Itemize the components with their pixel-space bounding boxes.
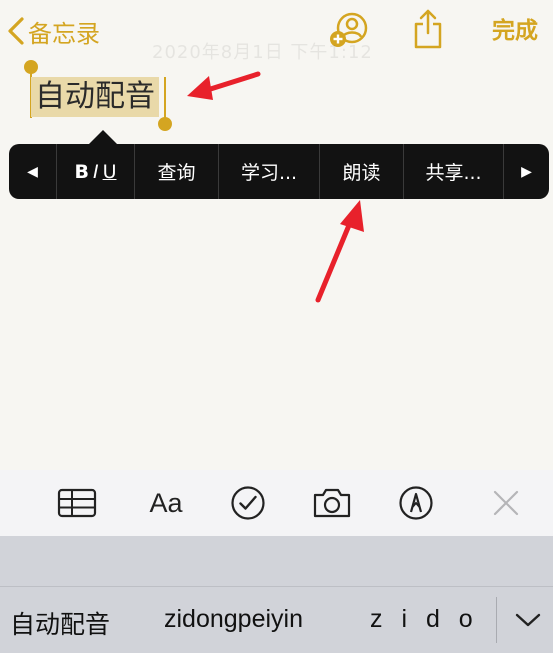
annotation-arrow-title — [187, 71, 261, 100]
expand-candidates-button[interactable] — [508, 603, 548, 637]
triangle-right-icon: ▶ — [521, 163, 532, 180]
menu-prev-button[interactable]: ◀ — [9, 144, 57, 199]
checklist-icon[interactable] — [228, 484, 268, 522]
keyboard-top-area — [0, 536, 553, 586]
candidate-item[interactable]: zidongpeiyin — [164, 605, 303, 634]
note-title[interactable]: 自动配音 — [31, 77, 159, 117]
menu-next-button[interactable]: ▶ — [504, 144, 549, 199]
text-style-button[interactable]: Aa — [144, 484, 188, 522]
underline-label: U — [102, 160, 117, 183]
back-label: 备忘录 — [28, 19, 100, 48]
menu-speak-button[interactable]: 朗读 — [320, 144, 404, 199]
chevron-down-icon — [515, 613, 541, 627]
ime-candidate-bar: 自动配音 zidongpeiyin z i d o — [0, 586, 553, 653]
menu-item-label: 共享... — [425, 162, 482, 184]
candidate-divider — [496, 597, 497, 643]
share-icon[interactable] — [412, 8, 444, 54]
chevron-left-icon — [8, 17, 24, 45]
selection-end-handle[interactable] — [158, 117, 172, 131]
edit-menu: ◀ B I U 查询 学习... 朗读 共享... ▶ — [9, 144, 549, 199]
menu-item-label: 查询 — [157, 162, 196, 184]
annotation-arrow-speak — [315, 200, 364, 303]
menu-learn-button[interactable]: 学习... — [219, 144, 320, 199]
italic-label: I — [92, 160, 99, 183]
note-date: 2020年8月1日 下午1:12 — [152, 42, 373, 63]
menu-share-button[interactable]: 共享... — [404, 144, 504, 199]
candidate-item[interactable]: 自动配音 — [10, 605, 110, 641]
close-icon[interactable] — [488, 484, 524, 522]
camera-icon[interactable] — [310, 484, 354, 522]
candidate-item[interactable]: z i d o — [370, 605, 494, 634]
menu-lookup-button[interactable]: 查询 — [135, 144, 219, 199]
bold-label: B — [74, 160, 89, 183]
notes-screen: 备忘录 完成 2020年8月1日 下午1:12 自动配音 ◀ B I U 查询 … — [0, 0, 553, 653]
format-biu-button[interactable]: B I U — [57, 144, 135, 199]
format-toolbar: Aa — [0, 470, 553, 536]
markup-pen-icon[interactable] — [396, 484, 436, 522]
edit-menu-pointer — [89, 130, 117, 144]
table-icon[interactable] — [56, 484, 98, 522]
back-button[interactable]: 备忘录 — [6, 12, 100, 50]
done-button[interactable]: 完成 — [492, 12, 538, 50]
menu-item-label: 学习... — [240, 162, 298, 184]
menu-item-label: 朗读 — [342, 162, 381, 184]
triangle-left-icon: ◀ — [27, 163, 38, 180]
